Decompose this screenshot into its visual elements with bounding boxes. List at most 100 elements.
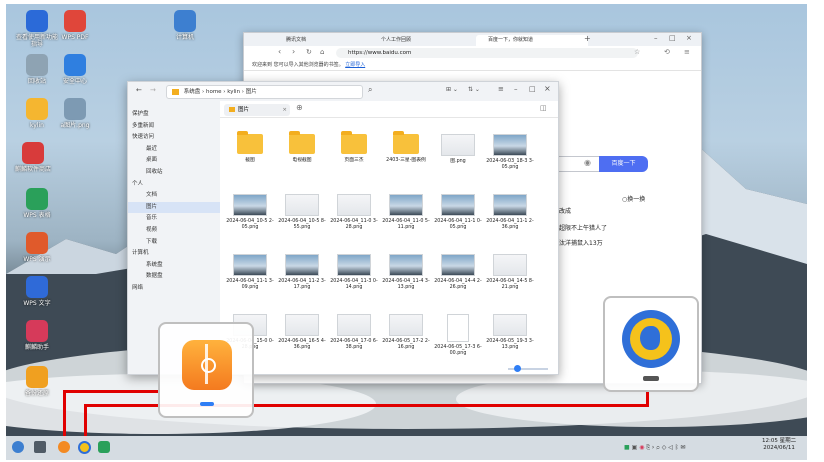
file-item[interactable]: 2024-06-05_17-2 2-16.png [382,314,430,351]
desktop-icon-software-store[interactable]: 麒麟软件商店 [10,142,56,173]
menu-icon[interactable]: ≡ [498,85,504,93]
browser-taskbar-icon[interactable] [78,441,91,454]
back-icon[interactable]: ‹ [278,47,281,56]
close-icon[interactable]: × [686,34,692,42]
crumb-pictures[interactable]: 图片 [246,89,257,95]
multitask-view-icon[interactable] [34,441,46,453]
maximize-icon[interactable]: □ [529,85,536,93]
tab-baidu[interactable]: 百度一下，你就知道 [476,35,588,46]
desktop-icon-wps-presentation[interactable]: WPS 演示 [14,232,60,263]
reload-icon[interactable]: ↻ [306,48,312,56]
close-tab-icon[interactable]: × [282,104,287,116]
sidebar-item[interactable]: 最近 [128,144,220,155]
search-icon[interactable]: ⌕ [368,85,372,95]
forward-icon[interactable]: › [292,47,295,56]
bookmark-star-icon[interactable]: ☆ [634,48,640,56]
file-item[interactable]: 2024-06-04_14-4 2-26.png [434,254,482,291]
start-menu-icon[interactable] [12,441,24,453]
hot-item-2[interactable]: 超限不上午猎人了 [559,223,607,232]
sidebar-item[interactable]: 音乐 [128,213,220,224]
sidebar-toggle-icon[interactable]: ◫ [540,104,547,112]
file-item[interactable]: 2024-06-05_19-3 3-13.png [486,314,534,351]
sidebar-item[interactable]: 系统盘 [128,260,220,271]
file-item[interactable]: 2024-06-04_11-3 0-14.png [330,254,378,291]
file-item[interactable]: 2024-06-03_18-3 3-05.png [486,134,534,171]
maximize-icon[interactable]: □ [669,34,676,42]
close-icon[interactable]: × [544,84,551,93]
sidebar-item[interactable]: 保护盘 [128,109,220,120]
sidebar-item[interactable]: 视频 [128,225,220,236]
crumb-home[interactable]: home [206,89,222,95]
new-tab-button[interactable]: + [584,34,591,43]
file-item[interactable]: 2024-06-04_11-1 0-05.png [434,194,482,231]
file-item[interactable]: 2024-06-04_11-4 3-13.png [382,254,430,291]
tab-personal-review[interactable]: 个人工作回顾 [369,35,476,46]
desktop-icon-wps-pdf[interactable]: WPS PDF [52,10,98,41]
desktop-icon-security-shield[interactable]: 安全中心 [52,54,98,85]
file-item[interactable]: 2024-06-04_14-5 8-21.png [486,254,534,291]
sidebar-item[interactable]: 个人 [128,179,220,190]
zoom-slider[interactable] [508,365,548,372]
browser-app-icon[interactable] [622,310,680,368]
app-store-taskbar-icon[interactable] [98,441,110,453]
desktop-icon-image-file[interactable]: a图片.png [52,98,98,129]
crumb-system[interactable]: 系统盘 [184,89,201,95]
sidebar-item[interactable]: 网络 [128,283,220,294]
desktop-icon-backup-restore[interactable]: 备份还原 [14,366,60,397]
file-item[interactable]: 2024-06-04_17-0 6-38.png [330,314,378,351]
search-icon[interactable]: ⌕ [656,444,660,451]
desktop-icon-wps-sheet[interactable]: WPS 表格 [14,188,60,219]
network-icon[interactable]: ◇ [662,444,667,451]
new-tab-button[interactable]: ⊕ [296,103,303,112]
tray-app-icon[interactable]: ◉ [639,444,644,451]
sidebar-item[interactable]: 桌面 [128,155,220,166]
tray-app-icon[interactable]: ■ [624,444,630,451]
folder-item[interactable]: 截图 [226,131,274,164]
expand-tray-icon[interactable]: › [652,444,654,451]
file-item[interactable]: 2024-06-04_11-2 3-17.png [278,254,326,291]
url-bar[interactable]: https://www.baidu.com [336,48,638,58]
sidebar-item[interactable]: 计算机 [128,248,220,259]
hot-item-3[interactable]: 汰洋捕鼠入13万 [559,238,603,247]
import-bookmarks-link[interactable]: 立即导入 [345,62,365,68]
file-item[interactable]: 2024-06-04_11-0 5-11.png [382,194,430,231]
sidebar-item[interactable]: 回收站 [128,167,220,178]
file-item[interactable]: 图.png [434,134,482,165]
sidebar-item[interactable]: 文档 [128,190,220,201]
minimize-icon[interactable]: – [654,34,658,42]
baidu-search-button[interactable]: 百度一下 [599,156,648,172]
sidebar-item[interactable]: 图片 [128,201,220,213]
sidebar-item[interactable]: 多重新闻 [128,121,220,132]
volume-icon[interactable]: ◁ [668,444,673,451]
bluetooth-icon[interactable]: ᛒ [675,444,679,451]
minimize-icon[interactable]: – [514,85,518,93]
view-mode-icon[interactable]: ⊞ ⌄ [446,86,458,93]
clock[interactable]: 12:05 星期二 2024/06/11 [762,438,796,452]
notification-icon[interactable]: ✉ [680,444,685,451]
file-item[interactable]: 2024-06-04_10-5 2-05.png [226,194,274,231]
menu-icon[interactable]: ≡ [684,48,690,56]
forward-icon[interactable]: → [150,86,156,94]
file-item[interactable]: 2024-06-04_10-5 8-55.png [278,194,326,231]
file-item[interactable]: 2024-06-04_11-0 3-28.png [330,194,378,231]
file-item[interactable]: 2024-06-05_17-3 6-00.png [434,314,482,357]
tab-tencent-docs[interactable]: 腾讯文档 [274,35,366,46]
folder-item[interactable]: 2403-三星-图表例 [382,131,430,164]
archive-taskbar-icon[interactable] [58,441,70,453]
folder-item[interactable]: 页面三杰 [330,131,378,164]
archive-app-icon[interactable] [182,340,232,390]
path-breadcrumb[interactable]: 系统盘 › home › kylin › 图片 [166,85,363,99]
tab-pictures[interactable]: 图片 × [224,104,290,116]
refresh-hot-link[interactable]: ○换一换 [622,194,645,203]
sort-icon[interactable]: ⇅ ⌄ [468,86,480,93]
folder-item[interactable]: 电视截图 [278,131,326,164]
camera-search-icon[interactable]: ◉ [584,158,591,167]
back-icon[interactable]: ← [136,86,142,94]
zoom-slider-handle[interactable] [514,365,521,372]
file-item[interactable]: 2024-06-04_11-1 2-36.png [486,194,534,231]
hot-item-1[interactable]: 改成 [559,206,571,215]
sidebar-item[interactable]: 快速访问 [128,132,220,143]
history-icon[interactable]: ⟲ [664,48,670,56]
file-item[interactable]: 2024-06-04_16-5 4-36.png [278,314,326,351]
desktop-icon-computer[interactable]: 计算机 [162,10,208,41]
